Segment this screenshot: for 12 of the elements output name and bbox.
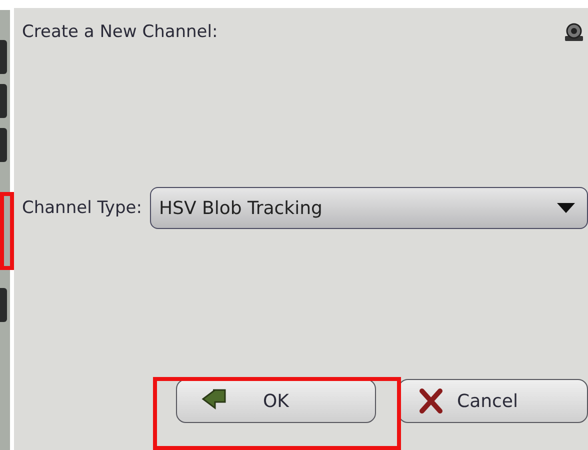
channel-type-label: Channel Type: [22, 198, 142, 218]
side-tab[interactable] [0, 288, 7, 322]
dropdown-caret-icon [557, 203, 575, 213]
side-tab[interactable] [0, 84, 7, 118]
side-tab[interactable] [0, 128, 7, 162]
close-icon [419, 388, 443, 414]
dialog-title: Create a New Channel: [22, 22, 218, 42]
channel-type-dropdown[interactable]: HSV Blob Tracking [150, 187, 588, 229]
webcam-icon [564, 22, 584, 42]
ok-button[interactable]: OK [176, 379, 376, 423]
cancel-button[interactable]: Cancel [398, 379, 588, 423]
side-tab[interactable] [0, 40, 7, 74]
